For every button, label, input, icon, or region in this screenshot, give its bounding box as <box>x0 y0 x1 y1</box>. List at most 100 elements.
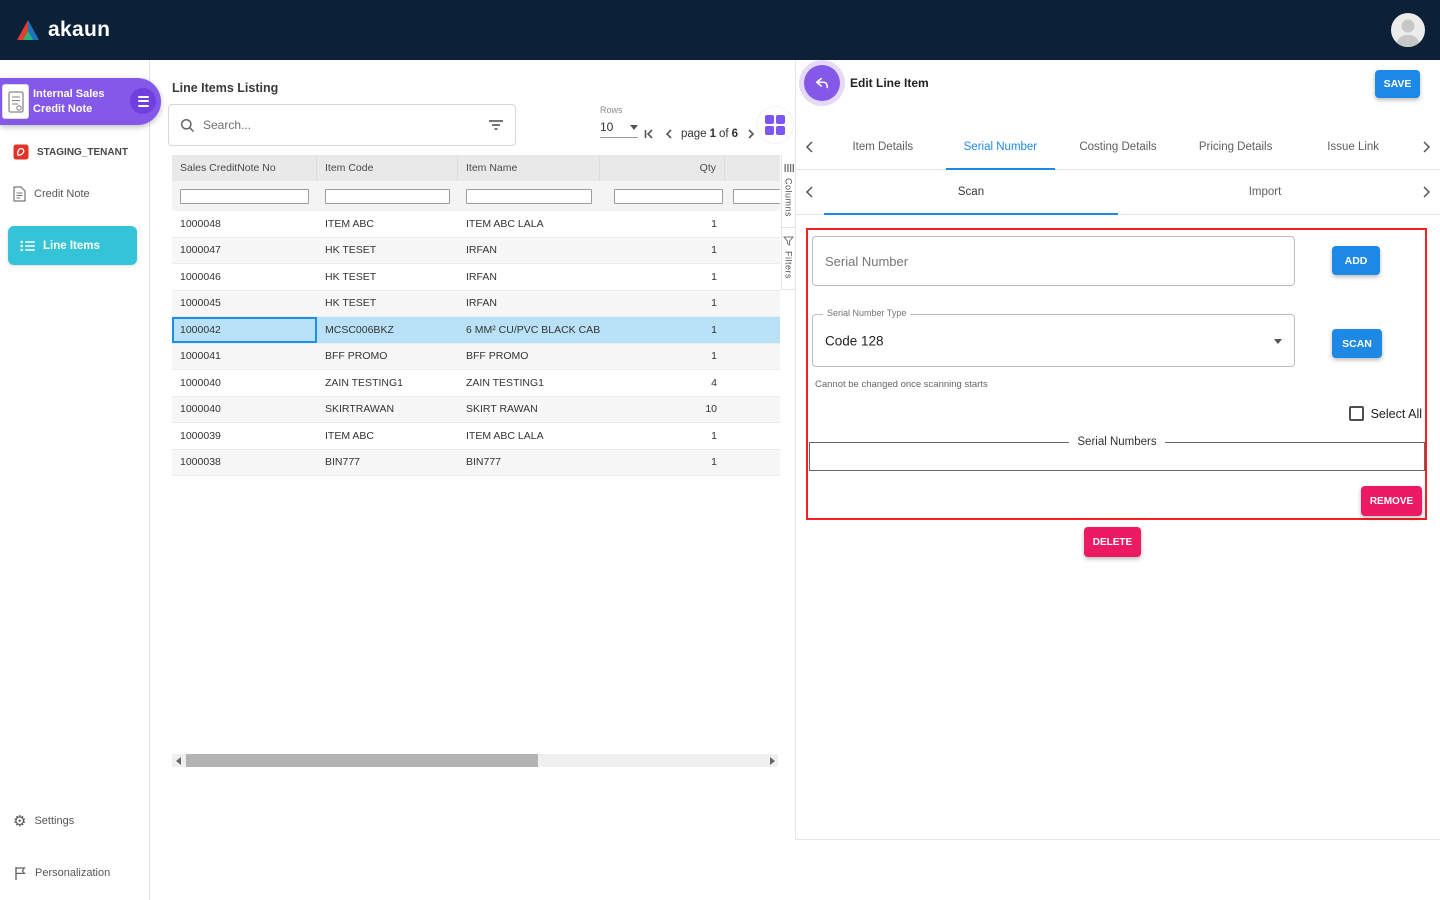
scrollbar-thumb[interactable] <box>186 754 538 767</box>
column-filter-input[interactable] <box>733 189 780 204</box>
table-row[interactable]: 1000040SKIRTRAWANSKIRT RAWAN10 <box>172 397 780 424</box>
next-page-button[interactable] <box>743 126 758 141</box>
table-cell[interactable]: 1 <box>600 317 725 343</box>
rows-per-page-select[interactable]: 10 <box>600 120 638 138</box>
table-row[interactable]: 1000046HK TESETIRFAN1 <box>172 264 780 291</box>
table-row[interactable]: 1000040ZAIN TESTING1ZAIN TESTING14 <box>172 370 780 397</box>
column-header-item-name[interactable]: Item Name <box>458 155 600 181</box>
scroll-left-arrow[interactable] <box>172 754 184 767</box>
table-cell[interactable] <box>725 397 780 423</box>
table-cell[interactable]: 1000039 <box>172 423 317 449</box>
table-cell[interactable]: 1000045 <box>172 291 317 317</box>
column-header-sales-creditnote-no[interactable]: Sales CreditNote No <box>172 155 317 181</box>
table-cell[interactable]: 1 <box>600 264 725 290</box>
table-cell[interactable]: BIN777 <box>458 450 600 476</box>
table-cell[interactable]: IRFAN <box>458 238 600 264</box>
table-cell[interactable]: 1 <box>600 291 725 317</box>
tab-item-details[interactable]: Item Details <box>824 124 942 169</box>
table-cell[interactable] <box>725 238 780 264</box>
filters-tool[interactable]: Filters <box>782 228 795 290</box>
remove-button[interactable]: REMOVE <box>1361 486 1422 516</box>
tabs-scroll-left[interactable] <box>796 124 824 169</box>
table-cell[interactable]: 1 <box>600 238 725 264</box>
sidebar-item-tenant[interactable]: STAGING_TENANT <box>0 139 150 165</box>
table-cell[interactable]: 1 <box>600 450 725 476</box>
select-all-control[interactable]: Select All <box>1349 406 1422 421</box>
columns-tool[interactable]: Columns <box>782 155 795 228</box>
delete-button[interactable]: DELETE <box>1084 527 1141 557</box>
table-cell[interactable]: IRFAN <box>458 291 600 317</box>
column-filter-input[interactable] <box>466 189 592 204</box>
table-row[interactable]: 1000039ITEM ABCITEM ABC LALA1 <box>172 423 780 450</box>
subtab-import[interactable]: Import <box>1118 170 1412 214</box>
tabs-scroll-right[interactable] <box>1412 124 1440 169</box>
table-cell[interactable] <box>725 291 780 317</box>
column-header-qty[interactable]: Qty <box>600 155 725 181</box>
add-button[interactable]: ADD <box>1332 246 1380 275</box>
table-cell[interactable]: ITEM ABC <box>317 211 458 237</box>
table-cell[interactable]: 1000040 <box>172 370 317 396</box>
sidebar-module-internal-sales-credit-note[interactable]: Internal Sales Credit Note <box>0 78 161 125</box>
table-cell[interactable]: BFF PROMO <box>317 344 458 370</box>
column-filter-input[interactable] <box>614 189 723 204</box>
serial-number-input[interactable] <box>825 254 1282 269</box>
table-cell[interactable]: 1000038 <box>172 450 317 476</box>
table-cell[interactable]: ZAIN TESTING1 <box>317 370 458 396</box>
sidebar-item-personalization[interactable]: Personalization <box>0 860 150 886</box>
table-cell[interactable]: 1000048 <box>172 211 317 237</box>
table-cell[interactable]: ITEM ABC <box>317 423 458 449</box>
table-cell[interactable]: BIN777 <box>317 450 458 476</box>
tab-issue-link[interactable]: Issue Link <box>1294 124 1412 169</box>
scan-button[interactable]: SCAN <box>1332 329 1382 358</box>
previous-page-button[interactable] <box>661 126 676 141</box>
sidebar-item-settings[interactable]: ⚙ Settings <box>0 808 150 834</box>
search-input[interactable] <box>203 118 480 132</box>
column-header-extra[interactable] <box>725 155 780 181</box>
sidebar-item-credit-note[interactable]: Credit Note <box>0 181 150 207</box>
column-layout-button[interactable] <box>757 107 793 143</box>
table-row[interactable]: 1000042MCSC006BKZ6 MM² CU/PVC BLACK CABL… <box>172 317 780 344</box>
tab-pricing-details[interactable]: Pricing Details <box>1177 124 1295 169</box>
table-cell[interactable] <box>725 317 780 343</box>
table-cell[interactable]: HK TESET <box>317 238 458 264</box>
table-cell[interactable]: HK TESET <box>317 291 458 317</box>
user-avatar[interactable] <box>1391 13 1425 47</box>
table-cell[interactable]: 1000042 <box>172 317 317 343</box>
table-cell[interactable] <box>725 450 780 476</box>
save-button[interactable]: SAVE <box>1375 70 1420 98</box>
table-cell[interactable] <box>725 264 780 290</box>
first-page-button[interactable] <box>641 126 656 141</box>
table-cell[interactable] <box>725 370 780 396</box>
sidebar-item-line-items[interactable]: Line Items <box>8 226 137 265</box>
table-cell[interactable]: 1 <box>600 423 725 449</box>
serial-number-type-select[interactable]: Serial Number Type Code 128 <box>812 314 1295 367</box>
scroll-right-arrow[interactable] <box>766 754 778 767</box>
table-cell[interactable]: 6 MM² CU/PVC BLACK CABLE 1... <box>458 317 600 343</box>
column-header-item-code[interactable]: Item Code <box>317 155 458 181</box>
table-row[interactable]: 1000048ITEM ABCITEM ABC LALA1 <box>172 211 780 238</box>
subtab-scan[interactable]: Scan <box>824 170 1118 214</box>
table-cell[interactable]: BFF PROMO <box>458 344 600 370</box>
table-cell[interactable]: 1 <box>600 344 725 370</box>
back-button[interactable] <box>804 65 840 101</box>
table-cell[interactable] <box>725 423 780 449</box>
table-row[interactable]: 1000041BFF PROMOBFF PROMO1 <box>172 344 780 371</box>
table-cell[interactable]: SKIRTRAWAN <box>317 397 458 423</box>
table-cell[interactable]: MCSC006BKZ <box>317 317 458 343</box>
filter-list-icon[interactable] <box>488 118 504 132</box>
tab-serial-number[interactable]: Serial Number <box>942 124 1060 169</box>
module-menu-button[interactable] <box>130 88 156 114</box>
table-cell[interactable]: 1 <box>600 211 725 237</box>
column-filter-input[interactable] <box>325 189 450 204</box>
table-cell[interactable]: 1000046 <box>172 264 317 290</box>
subtabs-scroll-right[interactable] <box>1412 170 1440 214</box>
table-cell[interactable]: 1000041 <box>172 344 317 370</box>
table-cell[interactable] <box>725 344 780 370</box>
table-cell[interactable]: HK TESET <box>317 264 458 290</box>
table-cell[interactable] <box>725 211 780 237</box>
table-row[interactable]: 1000045HK TESETIRFAN1 <box>172 291 780 318</box>
table-row[interactable]: 1000047HK TESETIRFAN1 <box>172 238 780 265</box>
table-cell[interactable]: 10 <box>600 397 725 423</box>
table-cell[interactable]: 4 <box>600 370 725 396</box>
table-cell[interactable]: ITEM ABC LALA <box>458 211 600 237</box>
